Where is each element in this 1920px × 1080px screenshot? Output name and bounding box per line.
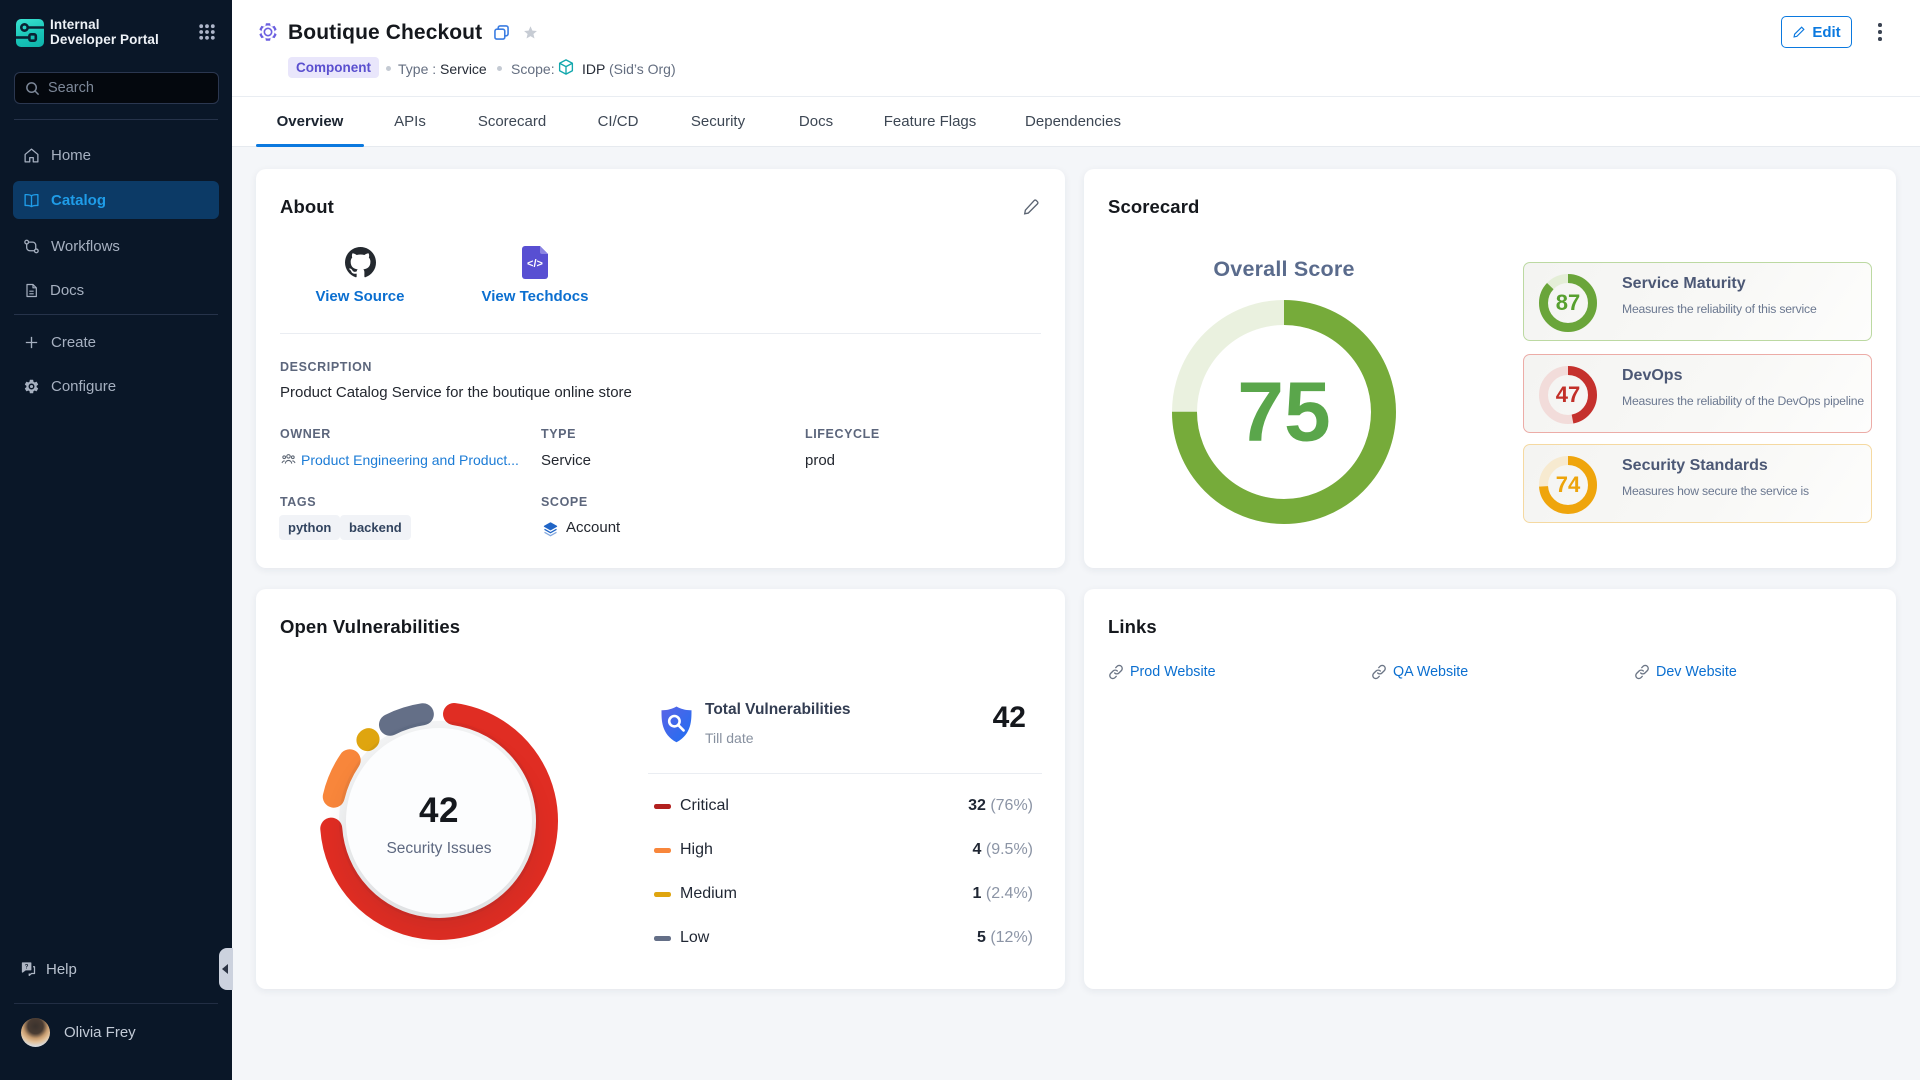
svg-text:</>: </> xyxy=(527,258,543,270)
svg-text:?: ? xyxy=(25,964,29,970)
